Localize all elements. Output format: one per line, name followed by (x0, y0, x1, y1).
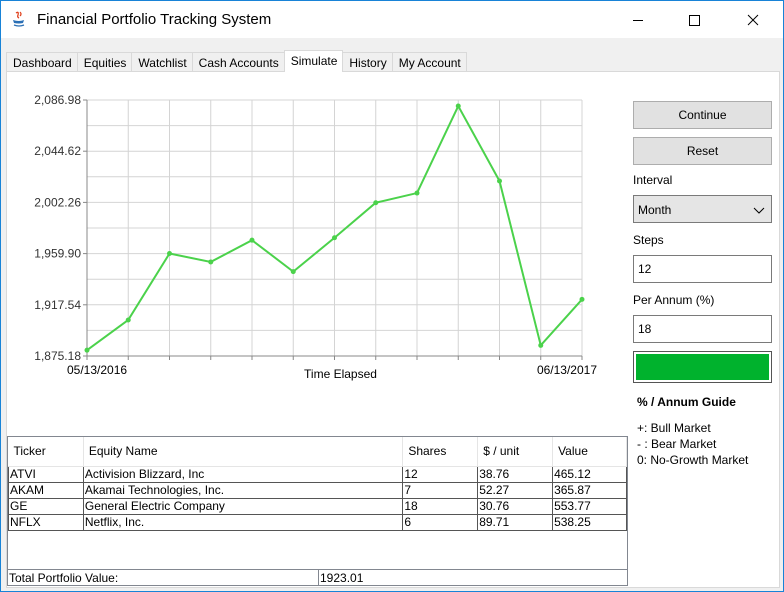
header-value[interactable]: Value (552, 437, 627, 467)
cell-ticker: ATVI (8, 466, 84, 483)
guide-title: % / Annum Guide (637, 395, 736, 409)
table-row[interactable]: NFLX Netflix, Inc. 6 89.71 538.25 (8, 514, 627, 531)
cell-price: 89.71 (477, 514, 554, 531)
cell-price: 30.76 (477, 498, 554, 515)
interval-label: Interval (633, 173, 673, 187)
cell-ticker: GE (8, 498, 84, 515)
x-axis-label: Time Elapsed (304, 367, 377, 381)
header-equity-name[interactable]: Equity Name (83, 437, 404, 467)
cell-shares: 18 (402, 498, 479, 515)
y-tick-label: 1,917.54 (34, 298, 81, 312)
y-tick-label: 2,002.26 (34, 195, 81, 209)
x-end-label: 06/13/2017 (537, 363, 597, 377)
y-tick-label: 2,086.98 (34, 93, 81, 107)
cell-equity-name: Netflix, Inc. (82, 514, 404, 531)
data-point (538, 342, 544, 348)
cell-value: 465.12 (552, 466, 627, 483)
cell-ticker: AKAM (8, 482, 84, 499)
y-tick-label: 2,044.62 (34, 144, 81, 158)
chevron-down-icon (753, 207, 765, 214)
steps-label: Steps (633, 233, 664, 247)
data-point (208, 259, 214, 265)
cell-shares: 12 (402, 466, 479, 483)
reset-button[interactable]: Reset (633, 137, 772, 165)
header-price[interactable]: $ / unit (477, 437, 554, 467)
per-annum-label: Per Annum (%) (633, 293, 715, 307)
cell-ticker: NFLX (8, 514, 84, 531)
cell-shares: 6 (402, 514, 479, 531)
guide-bear: - : Bear Market (637, 437, 717, 451)
total-row: Total Portfolio Value: 1923.01 (8, 569, 627, 586)
data-point (414, 190, 420, 196)
interval-value: Month (638, 203, 672, 217)
table-row[interactable]: ATVI Activision Blizzard, Inc 12 38.76 4… (8, 466, 627, 483)
data-point (579, 296, 585, 302)
guide-no-growth: 0: No-Growth Market (637, 453, 749, 467)
app-window: Financial Portfolio Tracking System Dash… (0, 0, 784, 592)
table-row[interactable]: GE General Electric Company 18 30.76 553… (8, 498, 627, 515)
market-indicator-fill (636, 354, 769, 380)
data-point (455, 103, 461, 109)
data-point (290, 269, 296, 275)
x-start-label: 05/13/2016 (67, 363, 127, 377)
cell-equity-name: Akamai Technologies, Inc. (82, 482, 404, 499)
y-tick-label: 1,959.90 (34, 247, 81, 261)
data-point (332, 235, 337, 241)
total-value: 1923.01 (320, 571, 364, 585)
data-point (167, 250, 172, 256)
per-annum-input[interactable]: 18 (633, 315, 772, 343)
data-point (249, 237, 255, 243)
cell-price: 52.27 (477, 482, 554, 499)
tab-simulate[interactable]: Simulate (283, 50, 344, 72)
data-point (373, 200, 379, 206)
steps-input[interactable]: 12 (633, 255, 772, 283)
cell-price: 38.76 (477, 466, 554, 483)
header-ticker[interactable]: Ticker (8, 437, 84, 467)
cell-value: 538.25 (552, 514, 627, 531)
header-shares[interactable]: Shares (402, 437, 479, 467)
data-point (497, 178, 502, 184)
table-row[interactable]: AKAM Akamai Technologies, Inc. 7 52.27 3… (8, 482, 627, 499)
market-indicator (633, 351, 772, 383)
cell-equity-name: General Electric Company (82, 498, 404, 515)
cell-value: 553.77 (552, 498, 627, 515)
cell-value: 365.87 (552, 482, 627, 499)
guide-bull: +: Bull Market (637, 421, 711, 435)
interval-select[interactable]: Month (633, 195, 772, 223)
cell-equity-name: Activision Blizzard, Inc (82, 466, 404, 483)
portfolio-table: Ticker Equity Name Shares $ / unit Value… (7, 436, 628, 586)
total-label: Total Portfolio Value: (8, 570, 319, 586)
continue-button[interactable]: Continue (633, 101, 772, 129)
y-tick-label: 1,875.18 (34, 349, 81, 363)
data-point (84, 347, 90, 353)
data-point (125, 317, 131, 323)
holdings-table: Ticker Equity Name Shares $ / unit Value… (8, 437, 627, 531)
cell-shares: 7 (402, 482, 479, 499)
table-header-row: Ticker Equity Name Shares $ / unit Value (8, 437, 627, 467)
